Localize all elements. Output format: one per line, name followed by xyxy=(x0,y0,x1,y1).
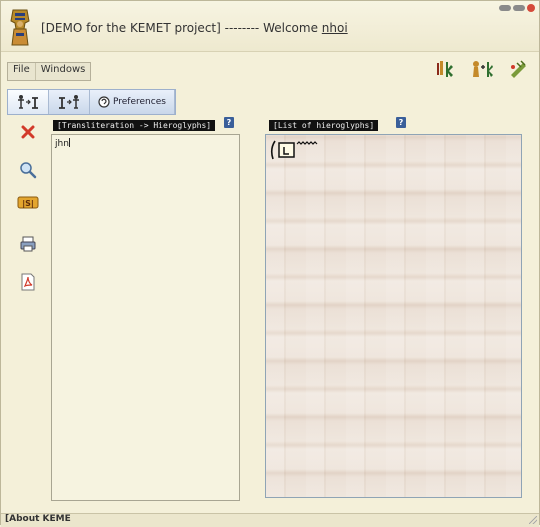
sign-icon: |S| xyxy=(17,196,39,209)
hieroglyph-help-icon[interactable]: ? xyxy=(396,117,406,128)
tab-transliteration-to-hieroglyph[interactable] xyxy=(49,90,90,114)
window-controls xyxy=(499,4,535,12)
transliteration-value: jhn xyxy=(55,139,69,149)
delete-icon xyxy=(21,125,35,139)
menu-windows[interactable]: Windows xyxy=(36,63,91,80)
tab-bar: Preferences xyxy=(7,89,176,115)
minimize-button[interactable] xyxy=(499,5,511,11)
sign-button[interactable]: |S| xyxy=(17,191,39,213)
pharaoh-logo-icon xyxy=(10,9,30,46)
text-caret xyxy=(68,138,70,147)
print-button[interactable] xyxy=(17,233,39,255)
transliteration-input[interactable]: jhn xyxy=(51,134,240,501)
maximize-button[interactable] xyxy=(513,5,525,11)
title-bar: [DEMO for the KEMET project] -------- We… xyxy=(1,1,539,52)
hieroglyph-sort-icon[interactable] xyxy=(435,59,457,79)
window-title: [DEMO for the KEMET project] -------- We… xyxy=(41,21,348,35)
hieroglyph-add-icon[interactable] xyxy=(471,59,493,79)
transliteration-panel-label: [Transliteration -> Hieroglyphs] xyxy=(53,120,216,131)
close-button[interactable] xyxy=(527,4,535,12)
hieroglyph-to-latin-icon xyxy=(18,95,38,109)
tab-preferences-label: Preferences xyxy=(113,97,166,107)
sign-icon-text: |S| xyxy=(22,199,34,208)
app-window: [DEMO for the KEMET project] -------- We… xyxy=(0,0,540,527)
pdf-button[interactable] xyxy=(17,271,39,293)
latin-to-hieroglyph-icon xyxy=(59,95,79,109)
delete-button[interactable] xyxy=(17,121,39,143)
menu-bar: File Windows xyxy=(7,62,92,81)
menu-file[interactable]: File xyxy=(8,63,36,80)
tab-preferences[interactable]: Preferences xyxy=(90,90,175,114)
preferences-icon xyxy=(98,96,110,108)
pdf-icon xyxy=(21,273,35,291)
top-toolbar xyxy=(435,59,529,79)
transliteration-help-icon[interactable]: ? xyxy=(224,117,234,128)
window-title-prefix: [DEMO for the KEMET project] -------- We… xyxy=(41,21,322,35)
username-link[interactable]: nhoi xyxy=(322,21,348,35)
edit-hieroglyph-icon[interactable] xyxy=(507,59,529,79)
resize-grip[interactable] xyxy=(529,516,537,524)
transliteration-text: jhn xyxy=(55,138,70,149)
print-icon xyxy=(20,236,36,252)
hieroglyph-result-glyphs[interactable] xyxy=(270,139,340,161)
tab-hieroglyph-to-transliteration[interactable] xyxy=(8,90,49,114)
about-link[interactable]: [About KEME xyxy=(5,514,71,524)
search-button[interactable] xyxy=(17,159,39,181)
search-icon xyxy=(20,162,37,179)
hieroglyph-panel-label: [List of hieroglyphs] xyxy=(269,120,379,131)
hieroglyph-list-panel[interactable] xyxy=(265,134,522,498)
